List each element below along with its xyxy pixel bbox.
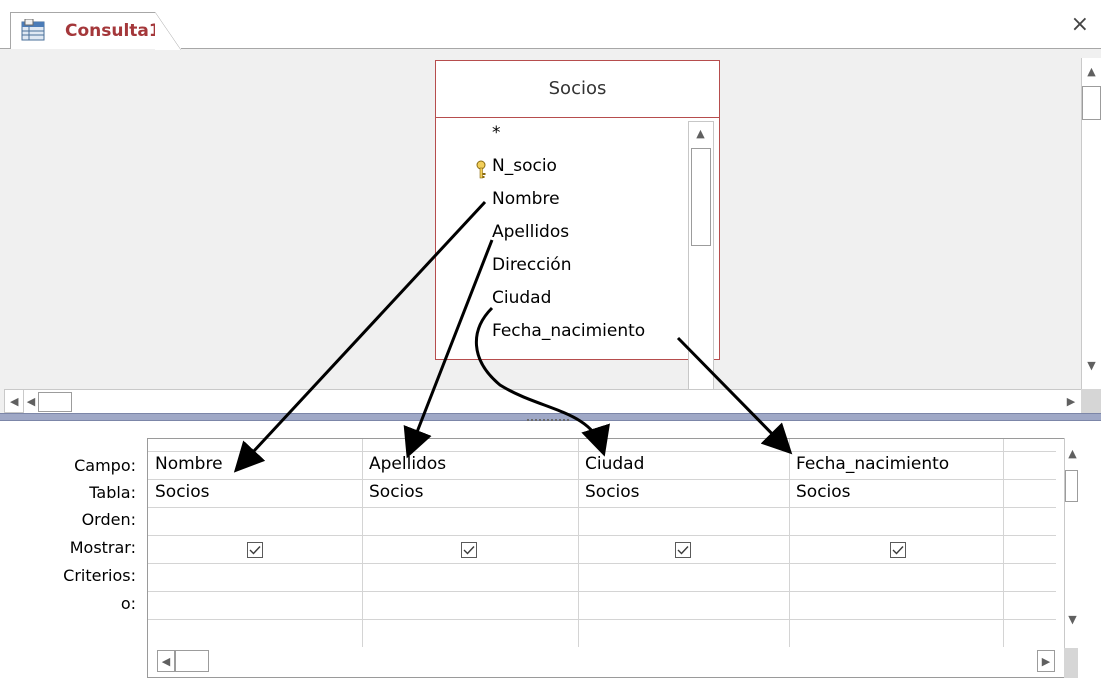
grid-tabla-cell[interactable]: Socios xyxy=(789,482,851,502)
table-field-scrollbar[interactable]: ▲ ▼ xyxy=(688,121,714,409)
grid-campo-cell[interactable]: Nombre xyxy=(148,454,223,474)
query-icon xyxy=(21,19,45,41)
grid-tabla-cell[interactable]: Socios xyxy=(578,482,640,502)
grid-tabla-cell[interactable]: Socios xyxy=(362,482,424,502)
scroll-down-icon[interactable]: ▼ xyxy=(1063,610,1082,629)
grid-line xyxy=(148,619,1056,620)
checkmark-icon xyxy=(463,546,475,555)
show-checkbox[interactable] xyxy=(675,542,691,558)
scroll-down-icon[interactable]: ▼ xyxy=(1082,356,1101,375)
field-ciudad[interactable]: Ciudad xyxy=(492,288,551,308)
scroll-left-icon[interactable]: ◀ xyxy=(24,392,38,411)
scroll-up-icon[interactable]: ▲ xyxy=(1063,444,1082,463)
scrollbar-thumb[interactable] xyxy=(38,392,72,412)
checkmark-icon xyxy=(892,546,904,555)
field-direccion[interactable]: Dirección xyxy=(492,255,571,275)
grid-horizontal-scrollbar[interactable]: ◀ ▶ xyxy=(157,648,1064,676)
grid-line xyxy=(148,591,1056,592)
row-label-o: o: xyxy=(120,594,136,613)
grid-campo-cell[interactable]: Ciudad xyxy=(578,454,644,474)
row-label-criterios: Criterios: xyxy=(63,566,136,585)
row-label-orden: Orden: xyxy=(81,510,136,529)
row-label-tabla: Tabla: xyxy=(89,483,136,502)
field-all[interactable]: * xyxy=(492,123,501,143)
scroll-up-icon[interactable]: ▲ xyxy=(1082,62,1101,81)
grid-campo-cell[interactable]: Apellidos xyxy=(362,454,446,474)
primary-key-icon xyxy=(476,160,486,179)
design-vertical-scrollbar[interactable]: ▲ ▼ xyxy=(1081,58,1101,392)
grid-column-divider xyxy=(1003,439,1004,647)
scrollbar-corner xyxy=(1081,389,1101,413)
design-horizontal-scrollbar[interactable]: ◀ ▶ xyxy=(24,389,1081,413)
checkmark-icon xyxy=(677,546,689,555)
field-n-socio[interactable]: N_socio xyxy=(492,156,557,176)
scroll-left-icon[interactable]: ◀ xyxy=(157,650,175,672)
tab-consulta1[interactable]: Consulta1 xyxy=(10,12,181,50)
scrollbar-corner xyxy=(1064,648,1078,678)
grid-campo-cell[interactable]: Fecha_nacimiento xyxy=(789,454,949,474)
grid-vertical-scrollbar[interactable]: ▲ ▼ xyxy=(1064,438,1078,648)
row-label-mostrar: Mostrar: xyxy=(69,538,136,557)
scroll-up-icon[interactable]: ▲ xyxy=(691,124,710,143)
query-grid[interactable]: Nombre Socios Apellidos Socios Ciudad So… xyxy=(147,438,1078,678)
table-title[interactable]: Socios xyxy=(436,61,719,118)
table-socios[interactable]: Socios * N_socio Nombre Apellidos Direcc… xyxy=(435,60,720,409)
show-checkbox[interactable] xyxy=(890,542,906,558)
row-label-campo: Campo: xyxy=(74,456,136,475)
show-checkbox[interactable] xyxy=(461,542,477,558)
document-tab-bar: Consulta1 × xyxy=(0,0,1101,50)
scroll-right-icon[interactable]: ▶ xyxy=(1064,392,1078,411)
scrollbar-thumb[interactable] xyxy=(1065,470,1078,502)
grid-line xyxy=(148,451,1056,452)
grid-line xyxy=(148,479,1056,480)
grid-line xyxy=(148,563,1056,564)
field-nombre[interactable]: Nombre xyxy=(492,189,560,209)
grid-line xyxy=(148,507,1056,508)
field-fecha-nacimiento[interactable]: Fecha_nacimiento xyxy=(492,321,645,341)
scrollbar-thumb[interactable] xyxy=(175,650,209,672)
checkmark-icon xyxy=(249,546,261,555)
tab-label: Consulta1 xyxy=(65,21,161,41)
scroll-left-icon[interactable]: ◀ xyxy=(4,389,24,413)
grid-tabla-cell[interactable]: Socios xyxy=(148,482,210,502)
scrollbar-thumb[interactable] xyxy=(691,148,711,246)
close-icon[interactable]: × xyxy=(1071,14,1089,36)
show-checkbox[interactable] xyxy=(247,542,263,558)
scroll-right-icon[interactable]: ▶ xyxy=(1037,650,1055,672)
field-apellidos[interactable]: Apellidos xyxy=(492,222,569,242)
scrollbar-thumb[interactable] xyxy=(1082,86,1101,120)
grid-line xyxy=(148,535,1056,536)
